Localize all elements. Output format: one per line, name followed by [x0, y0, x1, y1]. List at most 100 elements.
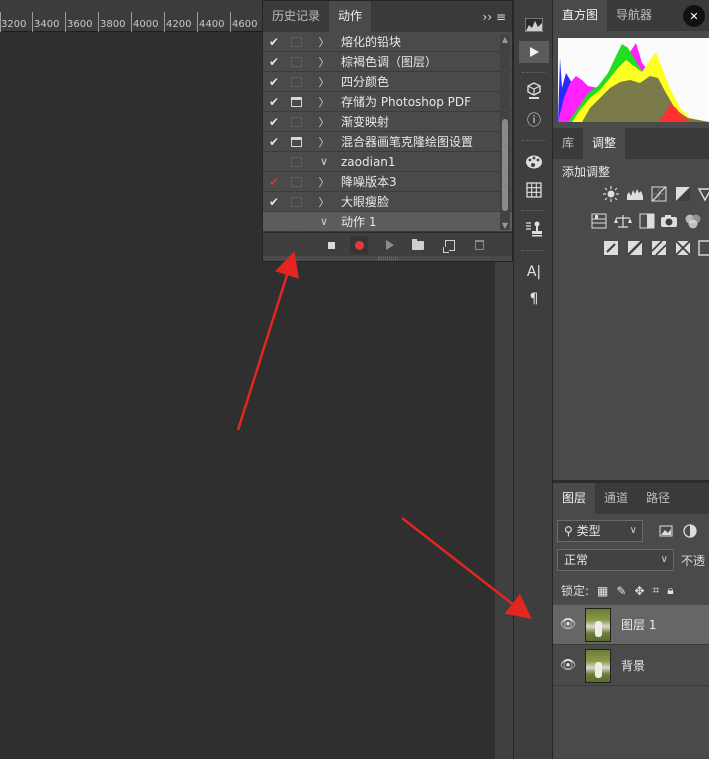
action-row[interactable]: ✔ 〉熔化的铅块: [263, 32, 512, 52]
tab-library[interactable]: 库: [553, 128, 583, 159]
actions-scrollbar[interactable]: ▲ ▼: [500, 35, 510, 230]
action-row[interactable]: ✔ 〉渐变映射: [263, 112, 512, 132]
color-balance-icon[interactable]: [614, 213, 632, 229]
tab-adjustments[interactable]: 调整: [583, 128, 626, 159]
selective-color-icon[interactable]: [696, 240, 709, 256]
expand-toggle-icon[interactable]: 〉: [307, 174, 341, 190]
layer-name: 图层 1: [621, 618, 657, 632]
stop-button[interactable]: [322, 236, 340, 254]
action-row[interactable]: ✔ 〉四分颜色: [263, 72, 512, 92]
palette-icon[interactable]: [519, 151, 549, 173]
lock-move-icon[interactable]: ✥: [634, 584, 644, 598]
folder-icon: [412, 238, 424, 250]
expand-toggle-icon[interactable]: 〉: [307, 74, 341, 90]
image-filter-icon[interactable]: [657, 523, 675, 539]
action-row[interactable]: ✔ 〉降噪版本3: [263, 172, 512, 192]
record-button[interactable]: [350, 236, 368, 254]
layer-row[interactable]: 👁︎ 背景: [553, 646, 709, 686]
toggle-item-checkbox[interactable]: ✔: [263, 75, 285, 89]
expand-toggle-icon[interactable]: 〉: [307, 134, 341, 150]
dialog-toggle[interactable]: [285, 132, 307, 152]
toggle-item-checkbox[interactable]: ✔: [263, 95, 285, 109]
levels-icon[interactable]: [626, 186, 644, 202]
photo-filter-icon[interactable]: [660, 213, 678, 229]
curves-icon[interactable]: [650, 186, 668, 202]
type-icon[interactable]: A|: [519, 261, 549, 283]
lock-artboard-icon[interactable]: ⌗: [653, 583, 660, 598]
posterize-icon[interactable]: [626, 240, 644, 256]
tab-actions[interactable]: 动作: [329, 1, 372, 32]
toggle-item-checkbox[interactable]: ✔: [263, 175, 285, 189]
stamp-icon[interactable]: [519, 218, 549, 240]
vibrance-icon[interactable]: [696, 186, 709, 202]
histogram-mini-icon[interactable]: [519, 14, 549, 36]
dialog-toggle[interactable]: [285, 52, 307, 72]
dialog-toggle[interactable]: [285, 152, 307, 172]
expand-toggle-icon[interactable]: ∨: [307, 155, 341, 168]
lock-brush-icon[interactable]: ✎: [616, 584, 626, 598]
play-icon[interactable]: [519, 41, 549, 63]
action-row[interactable]: ✔ 〉棕褐色调（图层）: [263, 52, 512, 72]
expand-toggle-icon[interactable]: ∨: [307, 215, 341, 228]
eye-icon[interactable]: 👁︎: [553, 617, 583, 632]
threshold-icon[interactable]: [650, 240, 668, 256]
tab-channels[interactable]: 通道: [595, 483, 637, 514]
paragraph-icon[interactable]: ¶: [519, 288, 549, 310]
dialog-toggle[interactable]: [285, 212, 307, 232]
scroll-thumb[interactable]: [502, 119, 508, 211]
gradient-map-icon[interactable]: [674, 240, 692, 256]
tab-paths[interactable]: 路径: [637, 483, 679, 514]
scroll-up-icon[interactable]: ▲: [500, 35, 510, 44]
tab-layers[interactable]: 图层: [553, 483, 596, 514]
exposure-icon[interactable]: [674, 186, 692, 202]
delete-button[interactable]: [470, 236, 488, 254]
toggle-item-checkbox[interactable]: ✔: [263, 55, 285, 69]
expand-toggle-icon[interactable]: 〉: [307, 94, 341, 110]
adjustment-filter-icon[interactable]: [681, 523, 699, 539]
black-white-icon[interactable]: [638, 213, 656, 229]
play-button[interactable]: [381, 236, 399, 254]
lock-transparent-icon[interactable]: ▦: [597, 584, 608, 598]
grid-icon[interactable]: [519, 179, 549, 201]
new-set-button[interactable]: [409, 236, 427, 254]
scroll-down-icon[interactable]: ▼: [500, 221, 510, 230]
expand-toggle-icon[interactable]: 〉: [307, 194, 341, 210]
toggle-item-checkbox[interactable]: ✔: [263, 35, 285, 49]
dialog-toggle[interactable]: [285, 92, 307, 112]
layer-filter-select[interactable]: ⚲ 类型 ∨: [557, 520, 643, 542]
expand-toggle-icon[interactable]: 〉: [307, 54, 341, 70]
action-row[interactable]: ✔ 〉大眼瘦脸: [263, 192, 512, 212]
tab-histogram[interactable]: 直方图: [553, 0, 608, 31]
invert-icon[interactable]: [602, 240, 620, 256]
new-action-button[interactable]: [441, 236, 459, 254]
layer-row[interactable]: 👁︎ 图层 1: [553, 605, 709, 645]
toggle-item-checkbox[interactable]: ✔: [263, 195, 285, 209]
lock-all-icon[interactable]: 🔒︎: [667, 583, 673, 598]
hue-saturation-icon[interactable]: [590, 213, 608, 229]
info-icon[interactable]: ⓘ: [519, 109, 549, 131]
dialog-toggle[interactable]: [285, 172, 307, 192]
toggle-item-checkbox[interactable]: ✔: [263, 135, 285, 149]
expand-toggle-icon[interactable]: 〉: [307, 34, 341, 50]
tab-history[interactable]: 历史记录: [263, 1, 329, 32]
channel-mixer-icon[interactable]: [684, 213, 702, 229]
dialog-toggle[interactable]: [285, 72, 307, 92]
close-icon[interactable]: ✕: [683, 5, 705, 27]
expand-toggle-icon[interactable]: 〉: [307, 114, 341, 130]
horizontal-ruler: 3200 3400 3600 3800 4000 4200 4400 4600: [0, 0, 262, 32]
eye-icon[interactable]: 👁︎: [553, 658, 583, 673]
3d-cube-icon[interactable]: [519, 80, 549, 102]
panel-menu-icon[interactable]: ›› ≡: [483, 10, 506, 24]
action-row[interactable]: ✔ 〉混合器画笔克隆绘图设置: [263, 132, 512, 152]
dialog-toggle[interactable]: [285, 192, 307, 212]
dialog-toggle[interactable]: [285, 112, 307, 132]
toggle-item-checkbox[interactable]: ✔: [263, 115, 285, 129]
action-row[interactable]: ∨ zaodian1: [263, 152, 512, 172]
action-row[interactable]: ∨ 动作 1: [263, 212, 512, 232]
panel-resize-grip[interactable]: [378, 257, 398, 260]
tab-navigator[interactable]: 导航器: [607, 0, 661, 31]
brightness-icon[interactable]: [602, 186, 620, 202]
dialog-toggle[interactable]: [285, 32, 307, 52]
blend-mode-select[interactable]: 正常 ∨: [557, 549, 674, 571]
action-row[interactable]: ✔ 〉存储为 Photoshop PDF: [263, 92, 512, 112]
